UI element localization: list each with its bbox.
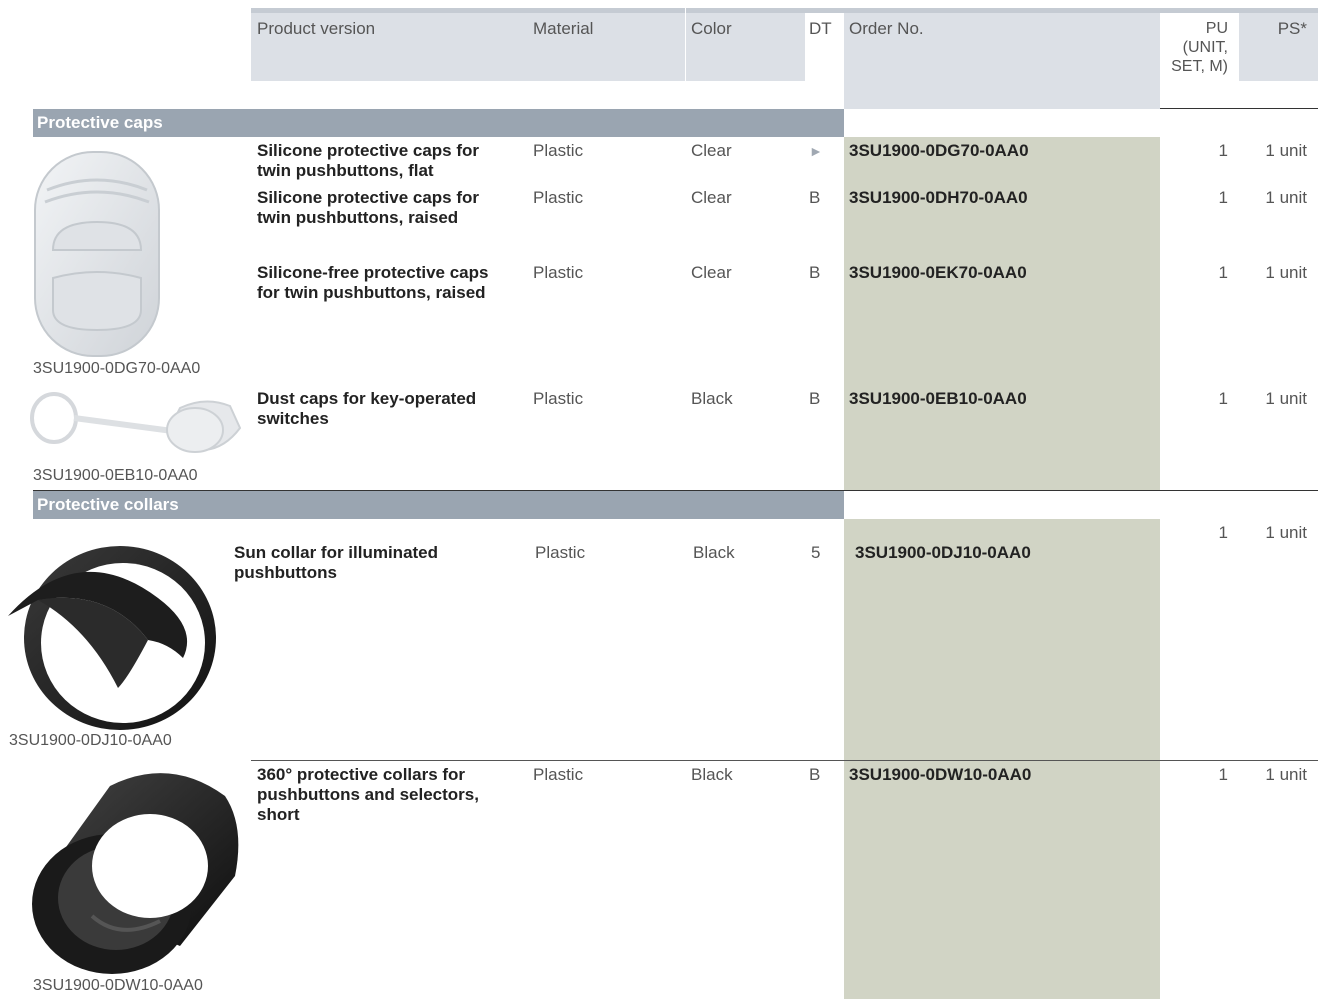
row-0-dt-arrow-icon: ►	[809, 143, 823, 159]
row-2-ps: 1 unit	[1265, 263, 1307, 282]
image-caption-dust-cap: 3SU1900-0EB10-0AA0	[33, 467, 198, 484]
row-4-product: Sun collar for illuminated pushbuttons	[234, 543, 438, 583]
row-3-dt: B	[809, 389, 821, 408]
row-1-material: Plastic	[533, 188, 584, 207]
row-3-material: Plastic	[533, 389, 584, 408]
row-5-order-no[interactable]: 3SU1900-0DW10-0AA0	[849, 765, 1031, 785]
row-4-product-line2: pushbuttons	[234, 563, 337, 582]
section-title-protective-caps: Protective caps	[37, 113, 163, 132]
row-1-product-line1: Silicone protective caps for	[257, 188, 480, 207]
row-4-ps: 1 unit	[1265, 523, 1307, 542]
row-4-product-line1: Sun collar for illuminated	[234, 543, 439, 562]
row-4-color: Black	[693, 543, 735, 562]
row-2-product-line1: Silicone-free protective caps	[257, 263, 489, 282]
row-0-order-no[interactable]: 3SU1900-0DG70-0AA0	[849, 141, 1029, 161]
row-0-pu: 1	[1218, 141, 1228, 160]
row-5-color: Black	[691, 765, 733, 784]
row-2-pu: 1	[1218, 263, 1228, 282]
round-collar-icon	[32, 773, 239, 974]
header-rule	[1160, 108, 1318, 109]
row-1-pu: 1	[1218, 188, 1228, 207]
header-material: Material	[533, 19, 594, 38]
order-column-bg-2	[844, 519, 1160, 999]
row-2-product: Silicone-free protective caps for twin p…	[257, 263, 488, 303]
row-5-product-line3: short	[257, 805, 300, 824]
row-0-product-line2: twin pushbuttons, flat	[257, 161, 434, 180]
header-order-no: Order No.	[849, 19, 924, 38]
row-4-dt: 5	[811, 543, 821, 562]
row-4-material: Plastic	[535, 543, 586, 562]
header-pu-line2: (UNIT,	[1182, 39, 1228, 56]
row-2-dt: B	[809, 263, 821, 282]
row-3-ps: 1 unit	[1265, 389, 1307, 408]
row-0-product-line1: Silicone protective caps for	[257, 141, 480, 160]
row-2-product-line2: for twin pushbuttons, raised	[257, 283, 486, 302]
twin-cap-icon	[34, 151, 160, 357]
row-5-material: Plastic	[533, 765, 584, 784]
row-5-dt: B	[809, 765, 821, 784]
row-1-dt: B	[809, 188, 821, 207]
row-3-product-line1: Dust caps for key-operated	[257, 389, 477, 408]
row-3-product: Dust caps for key-operated switches	[257, 389, 476, 429]
row-5-product-line1: 360° protective collars for	[257, 765, 466, 784]
image-caption-round-collar: 3SU1900-0DW10-0AA0	[33, 977, 203, 994]
sun-collar-icon	[8, 546, 216, 730]
header-pu-line1: PU	[1205, 20, 1228, 37]
row-0-product: Silicone protective caps for twin pushbu…	[257, 141, 479, 181]
row-0-color: Clear	[691, 141, 732, 160]
row-5-ps: 1 unit	[1265, 765, 1307, 784]
row-2-material: Plastic	[533, 263, 584, 282]
header-pu: PU (UNIT, SET, M)	[1160, 19, 1228, 76]
row-1-product-line2: twin pushbuttons, raised	[257, 208, 459, 227]
row-0-material: Plastic	[533, 141, 584, 160]
header-dt: DT	[809, 19, 832, 38]
section-title-protective-collars: Protective collars	[37, 495, 179, 514]
header-pu-line3: SET, M)	[1171, 58, 1228, 75]
row-2-color: Clear	[691, 263, 732, 282]
header-dt-cell	[805, 8, 844, 13]
row-0-ps: 1 unit	[1265, 141, 1307, 160]
row-divider	[251, 760, 1318, 761]
row-1-order-no[interactable]: 3SU1900-0DH70-0AA0	[849, 188, 1028, 208]
row-1-product: Silicone protective caps for twin pushbu…	[257, 188, 479, 228]
dust-cap-icon	[30, 392, 242, 453]
row-5-pu: 1	[1218, 765, 1228, 784]
header-product-version: Product version	[257, 19, 376, 38]
row-3-product-line2: switches	[257, 409, 329, 428]
row-3-order-no[interactable]: 3SU1900-0EB10-0AA0	[849, 389, 1027, 409]
row-3-pu: 1	[1218, 389, 1228, 408]
row-1-ps: 1 unit	[1265, 188, 1307, 207]
row-1-color: Clear	[691, 188, 732, 207]
row-4-order-no[interactable]: 3SU1900-0DJ10-0AA0	[855, 543, 1031, 563]
row-5-product: 360° protective collars for pushbuttons …	[257, 765, 479, 825]
image-caption-twin-cap: 3SU1900-0DG70-0AA0	[33, 360, 201, 377]
row-4-pu: 1	[1218, 523, 1228, 542]
row-3-color: Black	[691, 389, 733, 408]
image-caption-sun-collar: 3SU1900-0DJ10-0AA0	[9, 732, 172, 749]
header-color: Color	[691, 19, 732, 38]
row-2-order-no[interactable]: 3SU1900-0EK70-0AA0	[849, 263, 1027, 283]
header-ps: PS*	[1277, 19, 1307, 38]
row-5-product-line2: pushbuttons and selectors,	[257, 785, 479, 804]
